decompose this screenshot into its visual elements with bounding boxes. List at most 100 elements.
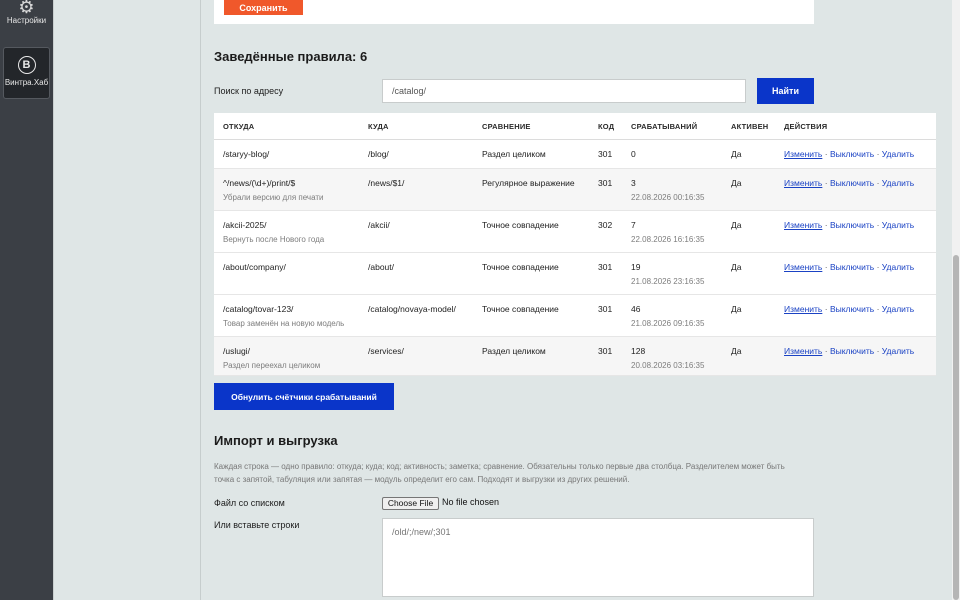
reset-counters-button[interactable]: Обнулить счётчики срабатываний: [214, 383, 394, 410]
rule-last-hit: 21.08.2026 09:16:35: [631, 319, 705, 328]
table-row: /staryy-blog/ /blog/ Раздел целиком 301 …: [214, 139, 936, 169]
rule-from: /catalog/tovar-123/: [223, 304, 294, 314]
action-separator: ·: [876, 304, 880, 314]
delete-rule-link[interactable]: Удалить: [882, 149, 914, 159]
action-separator: ·: [824, 304, 828, 314]
sidebar-item-settings[interactable]: ⚙ Настройки: [3, 0, 50, 36]
action-separator: ·: [824, 149, 828, 159]
choose-file-button[interactable]: Choose File: [382, 497, 439, 510]
sidebar-item-label: Настройки: [6, 16, 47, 25]
disable-rule-link[interactable]: Выключить: [830, 178, 874, 188]
col-to-header: КУДА: [368, 113, 482, 140]
rule-match: Раздел целиком: [482, 149, 546, 159]
table-row: /akcii-2025/Вернуть после Нового года /a…: [214, 210, 936, 253]
rule-code: 301: [598, 346, 613, 356]
rule-match: Точное совпадение: [482, 262, 559, 272]
rule-match: Точное совпадение: [482, 220, 559, 230]
rule-active: Да: [731, 346, 742, 356]
rule-from: ^/news/(\d+)/print/$: [223, 178, 296, 188]
delete-rule-link[interactable]: Удалить: [882, 220, 914, 230]
scrollbar-thumb[interactable]: [953, 255, 959, 600]
rule-note: Раздел переехал целиком: [223, 361, 321, 370]
rule-note: Товар заменён на новую модель: [223, 319, 345, 328]
rule-to: /akcii/: [368, 220, 390, 230]
col-hits-header: СРАБАТЫВАНИЙ: [631, 113, 731, 140]
rule-match: Точное совпадение: [482, 304, 559, 314]
rule-hits: 19: [631, 262, 641, 272]
rule-active: Да: [731, 262, 742, 272]
rule-code: 301: [598, 178, 613, 188]
rule-hits: 3: [631, 178, 636, 188]
find-button[interactable]: Найти: [757, 78, 814, 104]
rules-table: ОТКУДА КУДА СРАВНЕНИЕ КОД СРАБАТЫВАНИЙ А…: [214, 113, 936, 376]
paste-rows-textarea[interactable]: [382, 518, 814, 597]
action-separator: ·: [824, 220, 828, 230]
rule-last-hit: 20.08.2026 03:16:35: [631, 361, 705, 370]
rule-from: /staryy-blog/: [223, 149, 270, 159]
col-active-header: АКТИВЕН: [731, 113, 784, 140]
edit-rule-link[interactable]: Изменить: [784, 262, 822, 272]
action-separator: ·: [876, 262, 880, 272]
delete-rule-link[interactable]: Удалить: [882, 304, 914, 314]
sidebar-item-label: Винтра.Хаб: [4, 78, 49, 87]
rule-hits: 46: [631, 304, 641, 314]
edit-rule-link[interactable]: Изменить: [784, 346, 822, 356]
rule-hits: 128: [631, 346, 646, 356]
rule-note: Вернуть после Нового года: [223, 235, 325, 244]
rule-active: Да: [731, 220, 742, 230]
action-separator: ·: [876, 346, 880, 356]
import-title: Импорт и выгрузка: [214, 433, 338, 448]
page-scrollbar[interactable]: [952, 0, 960, 600]
import-description: Каждая строка — одно правило: откуда; ку…: [214, 462, 785, 484]
rule-code: 301: [598, 149, 613, 159]
sidebar-divider: [53, 0, 54, 600]
rule-match: Регулярное выражение: [482, 178, 575, 188]
hub-logo-icon: B: [17, 56, 36, 74]
disable-rule-link[interactable]: Выключить: [830, 149, 874, 159]
rule-last-hit: 22.08.2026 16:16:35: [631, 235, 705, 244]
rule-code: 302: [598, 220, 613, 230]
action-separator: ·: [876, 178, 880, 188]
action-separator: ·: [824, 262, 828, 272]
edit-rule-link[interactable]: Изменить: [784, 220, 822, 230]
rule-active: Да: [731, 178, 742, 188]
disable-rule-link[interactable]: Выключить: [830, 262, 874, 272]
settings-card: [214, 0, 814, 24]
file-status: No file chosen: [442, 497, 500, 507]
rule-from: /about/company/: [223, 262, 286, 272]
rules-title: Заведённые правила: 6: [214, 49, 368, 64]
col-from-header: ОТКУДА: [214, 113, 368, 140]
action-separator: ·: [824, 178, 828, 188]
rule-to: /blog/: [368, 149, 389, 159]
edit-rule-link[interactable]: Изменить: [784, 304, 822, 314]
table-row: /about/company/ /about/ Точное совпадени…: [214, 252, 936, 295]
rule-active: Да: [731, 304, 742, 314]
delete-rule-link[interactable]: Удалить: [882, 346, 914, 356]
rule-active: Да: [731, 149, 742, 159]
rule-code: 301: [598, 304, 613, 314]
disable-rule-link[interactable]: Выключить: [830, 346, 874, 356]
panel-edge: [200, 0, 201, 600]
delete-rule-link[interactable]: Удалить: [882, 178, 914, 188]
save-button[interactable]: Сохранить: [224, 0, 303, 15]
disable-rule-link[interactable]: Выключить: [830, 304, 874, 314]
col-match-header: СРАВНЕНИЕ: [482, 113, 598, 140]
disable-rule-link[interactable]: Выключить: [830, 220, 874, 230]
rule-code: 301: [598, 262, 613, 272]
edit-rule-link[interactable]: Изменить: [784, 178, 822, 188]
rule-to: /services/: [368, 346, 404, 356]
rule-note: Убрали версию для печати: [223, 193, 324, 202]
table-row: /uslugi/Раздел переехал целиком /service…: [214, 336, 936, 376]
search-input[interactable]: [382, 79, 746, 103]
rule-to: /catalog/novaya-model/: [368, 304, 456, 314]
edit-rule-link[interactable]: Изменить: [784, 149, 822, 159]
action-separator: ·: [876, 149, 880, 159]
rule-to: /news/$1/: [368, 178, 405, 188]
table-header-row: ОТКУДА КУДА СРАВНЕНИЕ КОД СРАБАТЫВАНИЙ А…: [214, 113, 936, 140]
sidebar-item-vintra-hub[interactable]: B Винтра.Хаб: [3, 47, 50, 99]
delete-rule-link[interactable]: Удалить: [882, 262, 914, 272]
rule-hits: 7: [631, 220, 636, 230]
paste-label: Или вставьте строки: [214, 520, 300, 530]
action-separator: ·: [876, 220, 880, 230]
file-label: Файл со списком: [214, 498, 285, 508]
